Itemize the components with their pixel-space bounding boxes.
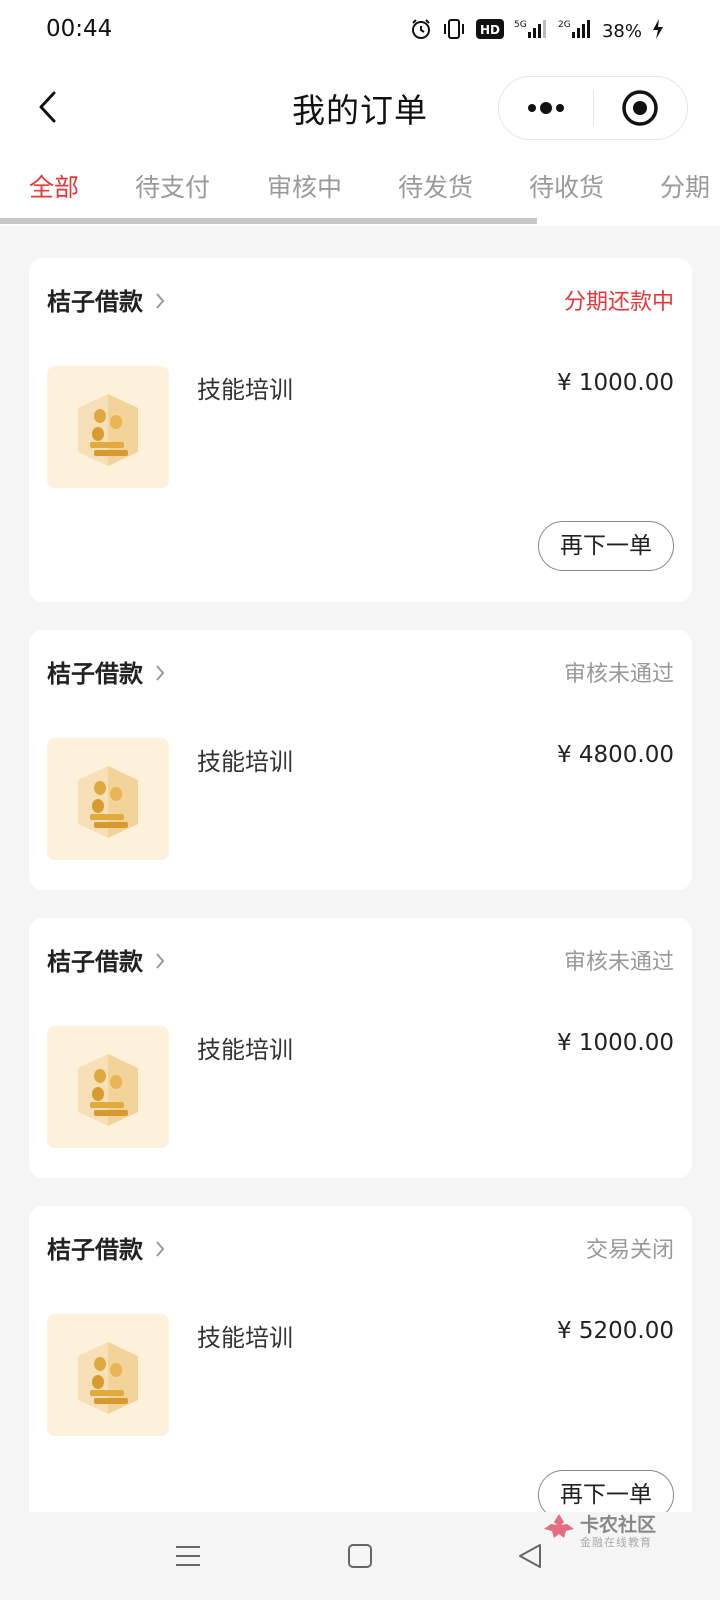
product-thumbnail[interactable] [47, 1314, 169, 1436]
product-name: 技能培训 [197, 1036, 293, 1064]
shop-link[interactable]: 桔子借款 [47, 942, 165, 977]
watermark-sub: 金融在线教育 [580, 1536, 652, 1549]
battery-level: 38% [601, 20, 642, 42]
order-status: 分期还款中 [563, 290, 674, 315]
chevron-right-icon [156, 664, 165, 681]
menu-icon [176, 1546, 200, 1566]
product-name: 技能培训 [197, 376, 293, 404]
network-label: 5G [514, 20, 527, 30]
more-dots-icon [527, 102, 564, 114]
screen: 00:44 HD 5G 2G 38% 我的订单 全部 待支付 审核中 待发货 待… [0, 0, 720, 1600]
product-thumbnail[interactable] [47, 1026, 169, 1148]
order-status: 审核未通过 [563, 662, 674, 687]
order-price: ¥ 1000.00 [556, 1030, 674, 1056]
shop-link[interactable]: 桔子借款 [47, 282, 165, 317]
tab-pending-payment[interactable]: 待支付 [135, 168, 210, 204]
shop-name: 桔子借款 [47, 948, 143, 976]
gold-coin-box-icon [78, 1054, 138, 1126]
status-time: 00:44 [46, 16, 113, 42]
reorder-button[interactable]: 再下一单 [538, 1470, 674, 1512]
order-tabs: 全部 待支付 审核中 待发货 待收货 分期 [0, 152, 720, 226]
target-close-icon [622, 90, 658, 126]
order-status: 交易关闭 [585, 1238, 674, 1263]
order-card: 桔子借款 审核未通过 技能培训 ¥ 1000.00 [29, 918, 692, 1178]
signal-5g-icon: 5G [514, 18, 548, 44]
home-button[interactable] [338, 1536, 382, 1576]
gold-coin-box-icon [78, 1342, 138, 1414]
close-button[interactable] [594, 76, 688, 140]
order-card: 桔子借款 分期还款中 技能培训 ¥ 1000.00 再下一单 [29, 258, 692, 602]
hd-icon: HD [475, 19, 504, 43]
back-triangle-icon [519, 1544, 541, 1568]
vibrate-icon [442, 18, 466, 44]
shop-link[interactable]: 桔子借款 [47, 1230, 165, 1265]
alarm-icon [410, 18, 432, 44]
order-price: ¥ 1000.00 [556, 370, 674, 396]
status-icons: HD 5G 2G 38% [410, 18, 664, 44]
watermark: 卡农社区 金融在线教育 [542, 1510, 672, 1550]
gold-coin-box-icon [78, 394, 138, 466]
chevron-right-icon [156, 292, 165, 309]
product-thumbnail[interactable] [47, 366, 169, 488]
charging-icon [652, 18, 664, 44]
shop-link[interactable]: 桔子借款 [47, 654, 165, 689]
svg-text:HD: HD [480, 23, 500, 37]
product-name: 技能培训 [197, 748, 293, 776]
network2-label: 2G [558, 20, 571, 30]
tab-pending-receipt[interactable]: 待收货 [529, 168, 604, 204]
chevron-right-icon [156, 1240, 165, 1257]
reorder-button[interactable]: 再下一单 [538, 521, 674, 571]
chevron-right-icon [156, 952, 165, 969]
gold-coin-box-icon [78, 766, 138, 838]
order-status: 审核未通过 [563, 950, 674, 975]
product-thumbnail[interactable] [47, 738, 169, 860]
signal-2g-icon: 2G [558, 18, 592, 44]
tab-scrollbar[interactable] [0, 218, 537, 224]
header: 我的订单 [0, 64, 720, 152]
tab-pending-shipment[interactable]: 待发货 [398, 168, 473, 204]
more-button[interactable] [499, 76, 593, 140]
tab-installment[interactable]: 分期 [660, 168, 710, 204]
order-price: ¥ 4800.00 [556, 742, 674, 768]
watermark-logo-icon [544, 1514, 574, 1538]
mini-program-capsule [498, 76, 688, 140]
shop-name: 桔子借款 [47, 660, 143, 688]
tab-all[interactable]: 全部 [29, 168, 79, 204]
recent-apps-button[interactable] [166, 1536, 210, 1576]
watermark-main: 卡农社区 [580, 1514, 657, 1536]
product-name: 技能培训 [197, 1324, 293, 1352]
order-price: ¥ 5200.00 [556, 1318, 674, 1344]
order-card: 桔子借款 审核未通过 技能培训 ¥ 4800.00 [29, 630, 692, 890]
tab-under-review[interactable]: 审核中 [267, 168, 342, 204]
shop-name: 桔子借款 [47, 288, 143, 316]
status-bar: 00:44 HD 5G 2G 38% [0, 0, 720, 64]
shop-name: 桔子借款 [47, 1236, 143, 1264]
home-square-icon [348, 1544, 372, 1568]
order-card: 桔子借款 交易关闭 技能培训 ¥ 5200.00 再下一单 [29, 1206, 692, 1512]
